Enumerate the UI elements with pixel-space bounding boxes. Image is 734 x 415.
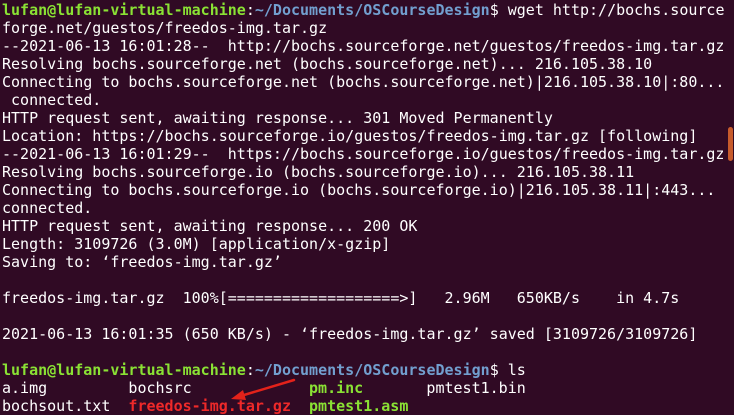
terminal-window[interactable]: lufan@lufan-virtual-machine:~/Documents/… [0, 0, 734, 415]
prompt-separator: : [245, 361, 255, 379]
prompt-symbol: $ [489, 361, 499, 379]
scrollbar-thumb[interactable] [728, 127, 733, 161]
wget-log-line: --2021-06-13 16:01:28-- http://bochs.sou… [2, 37, 725, 55]
wget-log-line: HTTP request sent, awaiting response... … [2, 109, 553, 127]
prompt-user-host: lufan@lufan-virtual-machine [2, 1, 246, 19]
prompt-user-host: lufan@lufan-virtual-machine [2, 361, 246, 379]
scrollbar[interactable] [726, 0, 734, 415]
ls-command: ls [507, 361, 526, 379]
ls-entry-pmtest1-asm: pmtest1.asm [309, 397, 409, 415]
ls-entry-pm-inc: pm.inc [309, 379, 364, 397]
prompt-cwd: ~/Documents/OSCourseDesign [254, 1, 490, 19]
prompt-line-ls: lufan@lufan-virtual-machine:~/Documents/… [2, 361, 726, 379]
prompt-symbol: $ [489, 1, 499, 19]
ls-row: a.img bochsrc pm.inc pmtest1.bin [2, 379, 726, 397]
wget-command-wrap: forge.net/guestos/freedos-img.tar.gz [2, 19, 328, 37]
wget-log-line: Connecting to bochs.sourceforge.net (boc… [2, 73, 725, 91]
prompt-line-wget: lufan@lufan-virtual-machine:~/Documents/… [2, 1, 726, 19]
terminal-output[interactable]: lufan@lufan-virtual-machine:~/Documents/… [2, 1, 726, 415]
wget-log-line: connected. [2, 199, 93, 217]
ls-entry-freedos-img-tar-gz: freedos-img.tar.gz [128, 397, 291, 415]
wget-progress-line: freedos-img.tar.gz 100%[================… [2, 289, 680, 307]
wget-log-line: connected. [2, 91, 102, 109]
ls-entry-pmtest1-bin: pmtest1.bin [426, 379, 526, 397]
wget-log-line: Resolving bochs.sourceforge.io (bochs.so… [2, 163, 635, 181]
wget-command: wget http://bochs.source [507, 1, 725, 19]
prompt-cwd: ~/Documents/OSCourseDesign [254, 361, 490, 379]
ls-row: bochsout.txt freedos-img.tar.gz pmtest1.… [2, 397, 726, 415]
ls-entry-a-img: a.img [2, 379, 48, 397]
wget-log-line: Saving to: ‘freedos-img.tar.gz’ [2, 253, 282, 271]
ls-entry-bochsout-txt: bochsout.txt [2, 397, 111, 415]
wget-log-line: --2021-06-13 16:01:29-- https://bochs.so… [2, 145, 725, 163]
wget-log-line: Resolving bochs.sourceforge.net (bochs.s… [2, 55, 653, 73]
prompt-separator: : [245, 1, 255, 19]
wget-summary-line: 2021-06-13 16:01:35 (650 KB/s) - ‘freedo… [2, 325, 698, 343]
wget-log-line: Length: 3109726 (3.0M) [application/x-gz… [2, 235, 391, 253]
wget-log-line: Location: https://bochs.sourceforge.io/g… [2, 127, 698, 145]
ls-entry-bochsrc: bochsrc [128, 379, 192, 397]
wget-log-line: Connecting to bochs.sourceforge.io (boch… [2, 181, 716, 199]
wget-log-line: HTTP request sent, awaiting response... … [2, 217, 418, 235]
